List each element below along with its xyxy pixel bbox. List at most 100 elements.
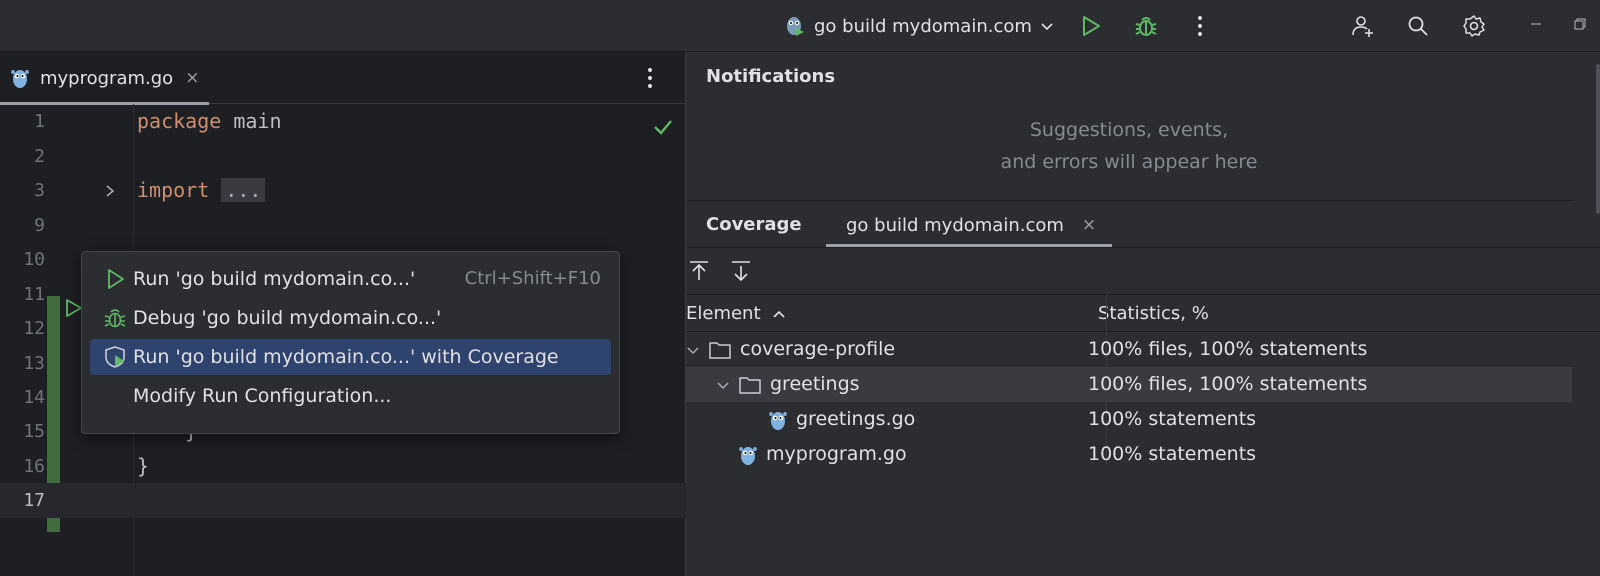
line-number: 9: [34, 215, 45, 236]
line-number: 14: [23, 387, 45, 408]
menu-item-modify-run-configuration[interactable]: Modify Run Configuration...: [90, 378, 611, 414]
folder-icon: [709, 341, 731, 359]
chevron-down-icon[interactable]: [686, 343, 700, 357]
line-number: 3: [34, 180, 45, 201]
coverage-stat: 100% files, 100% statements: [1088, 373, 1368, 395]
debug-icon: [104, 309, 126, 328]
code-text: }: [137, 454, 150, 478]
restore-icon: [1574, 18, 1586, 30]
add-user-icon: [1352, 16, 1373, 37]
run-configuration-label: go build mydomain.com: [814, 15, 1032, 37]
chevron-down-icon: [1041, 23, 1053, 31]
coverage-tab-bar: Coverage go build mydomain.com ×: [686, 202, 1600, 248]
notifications-empty-line: Suggestions, events,: [1029, 119, 1229, 141]
keyword: package: [137, 109, 222, 133]
editor-tab-label: myprogram.go: [40, 67, 174, 89]
go-file-icon: [739, 446, 757, 465]
run-icon: [1083, 16, 1100, 36]
code-with-me-button[interactable]: [1347, 10, 1379, 42]
tree-item-label: greetings.go: [796, 408, 916, 430]
tree-cell: coverage-profile: [686, 332, 895, 367]
settings-button[interactable]: [1458, 10, 1490, 42]
column-header-label: Element: [686, 303, 761, 324]
coverage-title: Coverage: [706, 214, 802, 235]
debug-button[interactable]: [1130, 10, 1162, 42]
code-line[interactable]: 1 package main: [0, 104, 686, 139]
go-file-icon: [769, 411, 787, 430]
minimize-icon: [1531, 23, 1541, 25]
tree-cell: greetings: [716, 367, 860, 402]
table-row[interactable]: greetings.go 100% statements: [686, 402, 1572, 437]
table-row-selected[interactable]: greetings 100% files, 100% statements: [686, 367, 1572, 402]
line-number: 16: [23, 456, 45, 477]
menu-item-label: Run 'go build mydomain.co...' with Cover…: [133, 346, 559, 368]
line-number: 11: [23, 284, 45, 305]
run-button[interactable]: [1075, 10, 1107, 42]
code-line[interactable]: 16 }: [0, 449, 686, 484]
notifications-title: Notifications: [706, 66, 836, 87]
coverage-tab-label: go build mydomain.com: [846, 214, 1064, 236]
editor-tabs-menu-button[interactable]: [638, 62, 662, 94]
table-row[interactable]: coverage-profile 100% files, 100% statem…: [686, 332, 1572, 367]
search-button[interactable]: [1402, 10, 1434, 42]
fold-chevron-icon[interactable]: [104, 184, 116, 198]
notifications-empty-state: Suggestions, events, and errors will app…: [686, 114, 1572, 178]
menu-item-label: Modify Run Configuration...: [133, 385, 392, 407]
identifier: main: [221, 109, 282, 133]
coverage-shield-icon: [105, 346, 125, 368]
search-icon: [1408, 16, 1428, 36]
line-number: 1: [34, 111, 45, 132]
coverage-toolbar: [686, 258, 806, 286]
code-line[interactable]: 9: [0, 208, 686, 243]
coverage-tab-go-build[interactable]: go build mydomain.com ×: [826, 202, 1112, 248]
code-line-current[interactable]: 17: [0, 483, 686, 518]
title-bar: go build mydomain.com: [0, 0, 1600, 52]
expand-all-icon[interactable]: [728, 258, 754, 284]
keyword: import: [137, 178, 210, 202]
restore-button[interactable]: [1568, 14, 1592, 38]
menu-item-debug[interactable]: Debug 'go build mydomain.co...': [90, 300, 611, 336]
code-line[interactable]: 2: [0, 139, 686, 174]
code-text: import ...: [137, 173, 266, 208]
tree-item-label: greetings: [770, 373, 860, 395]
panel-divider: [686, 200, 1572, 201]
notifications-scrollbar[interactable]: [1596, 64, 1600, 214]
notifications-empty-line: and errors will appear here: [1000, 151, 1258, 173]
menu-item-run[interactable]: Run 'go build mydomain.co...' Ctrl+Shift…: [90, 261, 611, 297]
more-vertical-icon: [1198, 16, 1202, 36]
coverage-stat: 100% files, 100% statements: [1088, 338, 1368, 360]
tree-item-label: myprogram.go: [766, 443, 907, 465]
collapse-all-icon[interactable]: [686, 258, 712, 284]
tree-item-label: coverage-profile: [740, 338, 896, 360]
more-actions-button[interactable]: [1184, 10, 1216, 42]
menu-item-shortcut: Ctrl+Shift+F10: [464, 268, 601, 289]
minimize-button[interactable]: [1524, 14, 1548, 38]
column-header-element[interactable]: Element: [686, 295, 786, 333]
code-line[interactable]: 3 import ...: [0, 173, 686, 208]
run-configuration-selector[interactable]: go build mydomain.com: [784, 10, 1054, 42]
close-tab-button[interactable]: ×: [185, 68, 199, 88]
go-file-icon: [11, 70, 29, 88]
collapsed-imports[interactable]: ...: [221, 178, 266, 202]
editor-tab-myprogram[interactable]: myprogram.go ×: [0, 52, 209, 105]
chevron-down-icon[interactable]: [716, 378, 730, 392]
gear-icon: [1463, 15, 1485, 37]
column-header-statistics[interactable]: Statistics, %: [1098, 295, 1209, 333]
line-number: 17: [23, 490, 45, 511]
go-icon: [787, 17, 804, 36]
close-tab-button[interactable]: ×: [1082, 215, 1096, 235]
run-icon: [108, 269, 124, 289]
menu-item-run-with-coverage[interactable]: Run 'go build mydomain.co...' with Cover…: [90, 339, 611, 375]
folder-icon: [739, 376, 761, 394]
coverage-stat: 100% statements: [1088, 443, 1257, 465]
editor-tab-bar: myprogram.go ×: [0, 52, 686, 105]
menu-item-label: Run 'go build mydomain.co...': [133, 268, 416, 290]
code-text: package main: [137, 104, 282, 139]
coverage-table-header: Element Statistics, %: [686, 294, 1600, 332]
tree-cell: myprogram.go: [738, 437, 907, 472]
line-number: 10: [23, 249, 45, 270]
panel-divider: [686, 247, 1600, 248]
run-context-menu: Run 'go build mydomain.co...' Ctrl+Shift…: [81, 251, 620, 434]
table-row[interactable]: myprogram.go 100% statements: [686, 437, 1572, 472]
tree-cell: greetings.go: [768, 402, 915, 437]
